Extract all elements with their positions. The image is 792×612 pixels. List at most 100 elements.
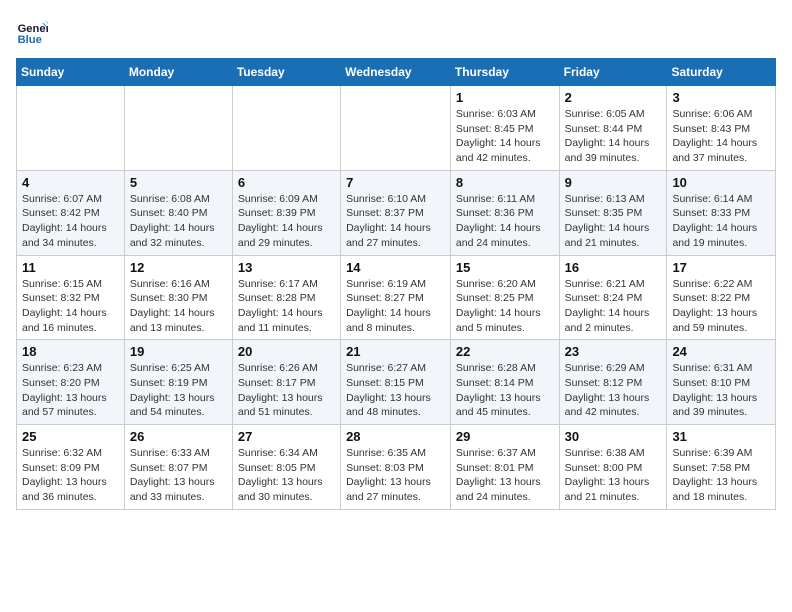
day-cell: 30Sunrise: 6:38 AM Sunset: 8:00 PM Dayli… [559, 425, 667, 510]
svg-text:Blue: Blue [18, 34, 42, 46]
day-info: Sunrise: 6:19 AM Sunset: 8:27 PM Dayligh… [346, 277, 445, 336]
week-row-3: 11 Sunrise: 6:15 AM Sunset: 8:32 PM Dayli… [17, 255, 776, 340]
day-info: Sunrise: 6:35 AM Sunset: 8:03 PM Dayligh… [346, 446, 445, 505]
day-cell: 17 Sunrise: 6:22 AM Sunset: 8:22 PM Dayli… [667, 255, 776, 340]
day-number: 9 [565, 175, 662, 190]
day-cell [124, 86, 232, 171]
week-row-1: 1 Sunrise: 6:03 AM Sunset: 8:45 PM Daylig… [17, 86, 776, 171]
day-cell: 7 Sunrise: 6:10 AM Sunset: 8:37 PM Daylig… [341, 170, 451, 255]
day-number: 24 [672, 344, 770, 359]
day-number: 23 [565, 344, 662, 359]
day-cell: 4Sunrise: 6:07 AM Sunset: 8:42 PM Daylig… [17, 170, 125, 255]
day-cell: 8 Sunrise: 6:11 AM Sunset: 8:36 PM Daylig… [450, 170, 559, 255]
day-number: 3 [672, 90, 770, 105]
day-number: 2 [565, 90, 662, 105]
day-info: Sunrise: 6:25 AM Sunset: 8:19 PM Dayligh… [130, 361, 227, 420]
day-cell: 2 Sunrise: 6:05 AM Sunset: 8:44 PM Daylig… [559, 86, 667, 171]
day-number: 18 [22, 344, 119, 359]
day-number: 17 [672, 260, 770, 275]
day-cell: 20 Sunrise: 6:26 AM Sunset: 8:17 PM Dayli… [232, 340, 340, 425]
day-info: Sunrise: 6:22 AM Sunset: 8:22 PM Dayligh… [672, 277, 770, 336]
day-number: 13 [238, 260, 335, 275]
day-number: 10 [672, 175, 770, 190]
day-info: Sunrise: 6:27 AM Sunset: 8:15 PM Dayligh… [346, 361, 445, 420]
day-info: Sunrise: 6:31 AM Sunset: 8:10 PM Dayligh… [672, 361, 770, 420]
header-monday: Monday [124, 59, 232, 86]
day-info: Sunrise: 6:38 AM Sunset: 8:00 PM Dayligh… [565, 446, 662, 505]
day-info: Sunrise: 6:06 AM Sunset: 8:43 PM Dayligh… [672, 107, 770, 166]
day-number: 14 [346, 260, 445, 275]
day-cell: 22Sunrise: 6:28 AM Sunset: 8:14 PM Dayli… [450, 340, 559, 425]
day-number: 12 [130, 260, 227, 275]
day-cell [232, 86, 340, 171]
day-number: 25 [22, 429, 119, 444]
day-info: Sunrise: 6:11 AM Sunset: 8:36 PM Dayligh… [456, 192, 554, 251]
svg-text:General: General [18, 23, 48, 35]
day-info: Sunrise: 6:14 AM Sunset: 8:33 PM Dayligh… [672, 192, 770, 251]
day-cell: 31 Sunrise: 6:39 AM Sunset: 7:58 PM Dayli… [667, 425, 776, 510]
header: General Blue [16, 16, 776, 48]
header-tuesday: Tuesday [232, 59, 340, 86]
day-cell: 21Sunrise: 6:27 AM Sunset: 8:15 PM Dayli… [341, 340, 451, 425]
day-number: 8 [456, 175, 554, 190]
day-cell: 14 Sunrise: 6:19 AM Sunset: 8:27 PM Dayli… [341, 255, 451, 340]
day-info: Sunrise: 6:37 AM Sunset: 8:01 PM Dayligh… [456, 446, 554, 505]
day-info: Sunrise: 6:16 AM Sunset: 8:30 PM Dayligh… [130, 277, 227, 336]
header-sunday: Sunday [17, 59, 125, 86]
day-info: Sunrise: 6:03 AM Sunset: 8:45 PM Dayligh… [456, 107, 554, 166]
day-number: 7 [346, 175, 445, 190]
day-cell: 1 Sunrise: 6:03 AM Sunset: 8:45 PM Daylig… [450, 86, 559, 171]
day-info: Sunrise: 6:23 AM Sunset: 8:20 PM Dayligh… [22, 361, 119, 420]
day-cell: 28 Sunrise: 6:35 AM Sunset: 8:03 PM Dayli… [341, 425, 451, 510]
day-number: 28 [346, 429, 445, 444]
day-cell: 12 Sunrise: 6:16 AM Sunset: 8:30 PM Dayli… [124, 255, 232, 340]
day-number: 11 [22, 260, 119, 275]
day-number: 6 [238, 175, 335, 190]
day-number: 31 [672, 429, 770, 444]
day-info: Sunrise: 6:28 AM Sunset: 8:14 PM Dayligh… [456, 361, 554, 420]
header-saturday: Saturday [667, 59, 776, 86]
week-row-2: 4Sunrise: 6:07 AM Sunset: 8:42 PM Daylig… [17, 170, 776, 255]
day-cell: 16 Sunrise: 6:21 AM Sunset: 8:24 PM Dayli… [559, 255, 667, 340]
day-cell: 3 Sunrise: 6:06 AM Sunset: 8:43 PM Daylig… [667, 86, 776, 171]
day-info: Sunrise: 6:10 AM Sunset: 8:37 PM Dayligh… [346, 192, 445, 251]
day-number: 15 [456, 260, 554, 275]
day-cell: 27Sunrise: 6:34 AM Sunset: 8:05 PM Dayli… [232, 425, 340, 510]
day-number: 29 [456, 429, 554, 444]
day-cell: 24 Sunrise: 6:31 AM Sunset: 8:10 PM Dayli… [667, 340, 776, 425]
day-cell: 5Sunrise: 6:08 AM Sunset: 8:40 PM Daylig… [124, 170, 232, 255]
day-info: Sunrise: 6:33 AM Sunset: 8:07 PM Dayligh… [130, 446, 227, 505]
day-cell: 6 Sunrise: 6:09 AM Sunset: 8:39 PM Daylig… [232, 170, 340, 255]
day-number: 20 [238, 344, 335, 359]
day-info: Sunrise: 6:09 AM Sunset: 8:39 PM Dayligh… [238, 192, 335, 251]
calendar-table: SundayMondayTuesdayWednesdayThursdayFrid… [16, 58, 776, 510]
logo: General Blue [16, 16, 52, 48]
day-cell: 19Sunrise: 6:25 AM Sunset: 8:19 PM Dayli… [124, 340, 232, 425]
day-number: 16 [565, 260, 662, 275]
header-wednesday: Wednesday [341, 59, 451, 86]
day-info: Sunrise: 6:20 AM Sunset: 8:25 PM Dayligh… [456, 277, 554, 336]
day-info: Sunrise: 6:07 AM Sunset: 8:42 PM Dayligh… [22, 192, 119, 251]
week-row-5: 25 Sunrise: 6:32 AM Sunset: 8:09 PM Dayli… [17, 425, 776, 510]
day-info: Sunrise: 6:21 AM Sunset: 8:24 PM Dayligh… [565, 277, 662, 336]
day-cell: 15 Sunrise: 6:20 AM Sunset: 8:25 PM Dayli… [450, 255, 559, 340]
day-info: Sunrise: 6:26 AM Sunset: 8:17 PM Dayligh… [238, 361, 335, 420]
day-cell [341, 86, 451, 171]
day-cell: 18 Sunrise: 6:23 AM Sunset: 8:20 PM Dayli… [17, 340, 125, 425]
logo-icon: General Blue [16, 16, 48, 48]
day-cell: 11 Sunrise: 6:15 AM Sunset: 8:32 PM Dayli… [17, 255, 125, 340]
day-info: Sunrise: 6:05 AM Sunset: 8:44 PM Dayligh… [565, 107, 662, 166]
day-info: Sunrise: 6:08 AM Sunset: 8:40 PM Dayligh… [130, 192, 227, 251]
day-cell [17, 86, 125, 171]
day-info: Sunrise: 6:13 AM Sunset: 8:35 PM Dayligh… [565, 192, 662, 251]
header-friday: Friday [559, 59, 667, 86]
day-info: Sunrise: 6:17 AM Sunset: 8:28 PM Dayligh… [238, 277, 335, 336]
day-number: 1 [456, 90, 554, 105]
day-info: Sunrise: 6:39 AM Sunset: 7:58 PM Dayligh… [672, 446, 770, 505]
day-info: Sunrise: 6:34 AM Sunset: 8:05 PM Dayligh… [238, 446, 335, 505]
day-cell: 10 Sunrise: 6:14 AM Sunset: 8:33 PM Dayli… [667, 170, 776, 255]
day-info: Sunrise: 6:15 AM Sunset: 8:32 PM Dayligh… [22, 277, 119, 336]
day-info: Sunrise: 6:32 AM Sunset: 8:09 PM Dayligh… [22, 446, 119, 505]
day-cell: 9 Sunrise: 6:13 AM Sunset: 8:35 PM Daylig… [559, 170, 667, 255]
week-row-4: 18 Sunrise: 6:23 AM Sunset: 8:20 PM Dayli… [17, 340, 776, 425]
